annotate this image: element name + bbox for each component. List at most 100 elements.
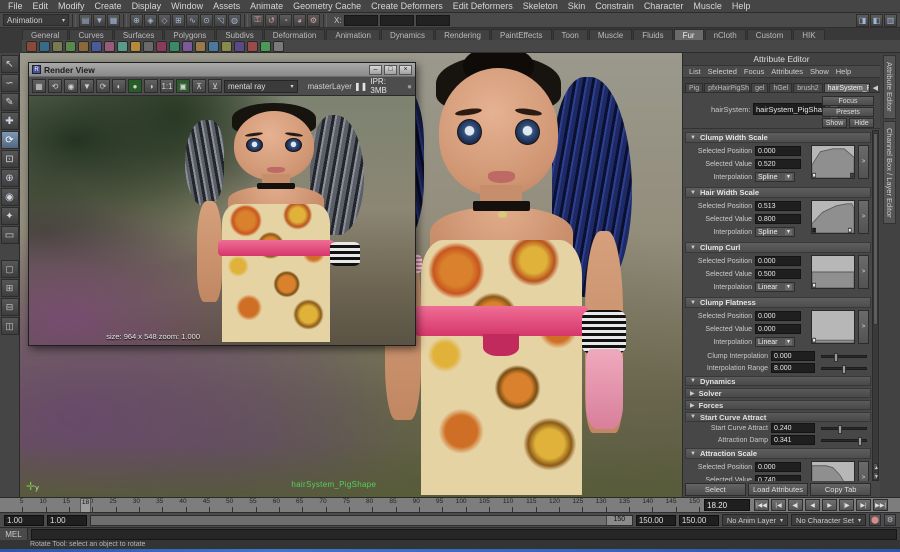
forces-section-header[interactable]: ▶Forces [685,400,871,410]
render-view-icon[interactable]: ▦ [32,79,46,93]
selected-position-field[interactable] [755,256,801,266]
character-set-dropdown[interactable]: No Character Set▾ [791,514,866,526]
selected-value-field[interactable] [755,214,801,224]
ramp-widget[interactable] [811,200,855,234]
shelf-tab[interactable]: Fur [674,29,704,40]
shelf-icon[interactable] [52,41,63,52]
timeline-tick[interactable]: 95 [420,498,443,513]
menu-item[interactable]: Window [166,1,208,11]
ae-menu-item[interactable]: Focus [744,67,764,76]
timeline-tick[interactable]: 145 [653,498,676,513]
shelf-tab[interactable]: Rendering [435,29,490,40]
history-icon[interactable]: ↺ [265,14,278,27]
start-curve-attract-field[interactable] [771,423,815,433]
show-button[interactable]: Show [822,118,847,128]
timeline-tick[interactable]: 25 [93,498,116,513]
ae-tab[interactable]: brush2 [793,83,822,92]
shelf-tab[interactable]: General [22,29,68,40]
timeline-tick[interactable]: 130 [583,498,606,513]
section-header[interactable]: ▼Hair Width Scale [685,187,871,198]
tool-button[interactable]: ⟳ [1,131,19,149]
animation-end-field[interactable] [679,515,719,526]
snap-icon[interactable]: ⊞ [172,14,185,27]
timeline-tick[interactable]: 135 [607,498,630,513]
time-slider[interactable]: 5101520253035404550556065707580859095100… [0,497,900,512]
layout-button[interactable]: ▢ [1,260,19,278]
ae-tab[interactable]: gel [751,83,768,92]
ramp-widget[interactable] [811,255,855,289]
shelf-icon[interactable] [130,41,141,52]
minimize-button[interactable]: – [369,65,382,75]
ramp-widget[interactable] [811,461,855,481]
tool-button[interactable]: ✎ [1,93,19,111]
shelf-icon[interactable] [182,41,193,52]
interpolation-dropdown[interactable]: Linear▼ [755,337,795,347]
menu-item[interactable]: Edit [28,1,54,11]
render-view-icon[interactable]: ◐ [112,79,126,93]
shelf-icon[interactable] [143,41,154,52]
shelf-icon[interactable] [169,41,180,52]
ramp-widget[interactable] [811,310,855,344]
interpolation-range-field[interactable] [771,363,815,373]
tool-button[interactable]: ◉ [1,188,19,206]
shelf-tab[interactable]: nCloth [705,29,746,40]
menu-item[interactable]: Muscle [688,1,727,11]
render-view-icon[interactable]: ▣ [176,79,190,93]
render-view-icon[interactable]: ⊻ [208,79,222,93]
snap-icon[interactable]: ∿ [186,14,199,27]
snap-icon[interactable]: ⊙ [200,14,213,27]
playback-button[interactable]: |◀◀ [754,499,769,511]
snap-icon[interactable]: ◈ [144,14,157,27]
playback-button[interactable]: ▶| [856,499,871,511]
copy-tab-button[interactable]: Copy Tab [810,483,871,496]
dynamics-section-header[interactable]: ▼Dynamics [685,376,871,386]
clump-interpolation-slider[interactable] [821,355,867,358]
timeline-tick[interactable]: 55 [233,498,256,513]
ramp-expand-button[interactable]: > [858,200,869,234]
panel-toggle-icon[interactable]: ◧ [870,14,883,27]
playback-button[interactable]: ◀| [788,499,803,511]
render-view-icon[interactable]: 1:1 [160,79,174,93]
history-icon[interactable]: ◕ [293,14,306,27]
menu-set-dropdown[interactable]: Animation▾ [3,14,69,26]
shelf-tab[interactable]: Muscle [589,29,632,40]
shelf-tab[interactable]: PaintEffects [491,29,552,40]
tool-button[interactable]: ⊕ [1,169,19,187]
ae-menu-item[interactable]: Help [836,67,851,76]
render-view-icon[interactable]: ▼ [80,79,94,93]
ae-menu-item[interactable]: Show [810,67,829,76]
timeline-tick[interactable]: 150 [677,498,700,513]
menu-item[interactable]: Animate [245,1,288,11]
shelf-tab[interactable]: Animation [326,29,380,40]
hide-button[interactable]: Hide [849,118,874,128]
render-view-icon[interactable]: ⟳ [96,79,110,93]
playback-button[interactable]: ▶▶| [873,499,888,511]
shelf-icon[interactable] [234,41,245,52]
shelf-tab[interactable]: Polygons [164,29,215,40]
snap-icon[interactable]: ◍ [228,14,241,27]
attraction-damp-slider[interactable] [821,439,867,442]
menu-item[interactable]: Create [90,1,127,11]
shelf-icon[interactable] [195,41,206,52]
renderer-dropdown[interactable]: mental ray▾ [224,80,298,93]
ae-tab[interactable]: Pig [685,83,703,92]
pause-ipr-icon[interactable]: ❚❚ [354,82,367,91]
shelf-tab[interactable]: HIK [793,29,824,40]
status-icon[interactable]: ▦ [107,14,120,27]
ae-menu-item[interactable]: Selected [708,67,737,76]
shelf-tab[interactable]: Fluids [633,29,672,40]
animation-start-field[interactable] [4,515,44,526]
shelf-icon[interactable] [26,41,37,52]
attribute-scroll-area[interactable]: ▼Clump Width Scale Selected Position Sel… [683,130,873,481]
snap-icon[interactable]: ⊕ [130,14,143,27]
timeline-tick[interactable]: 120 [537,498,560,513]
panel-toggle-icon[interactable]: ▥ [884,14,897,27]
selected-value-field[interactable] [755,324,801,334]
render-view-icon[interactable]: ⊼ [192,79,206,93]
render-view-icon[interactable]: ● [128,79,142,93]
selected-position-field[interactable] [755,201,801,211]
maximize-button[interactable]: □ [384,65,397,75]
render-view-titlebar[interactable]: R Render View – □ × [29,63,415,77]
shelf-tab[interactable]: Deformation [264,29,326,40]
ae-menu-item[interactable]: List [689,67,701,76]
